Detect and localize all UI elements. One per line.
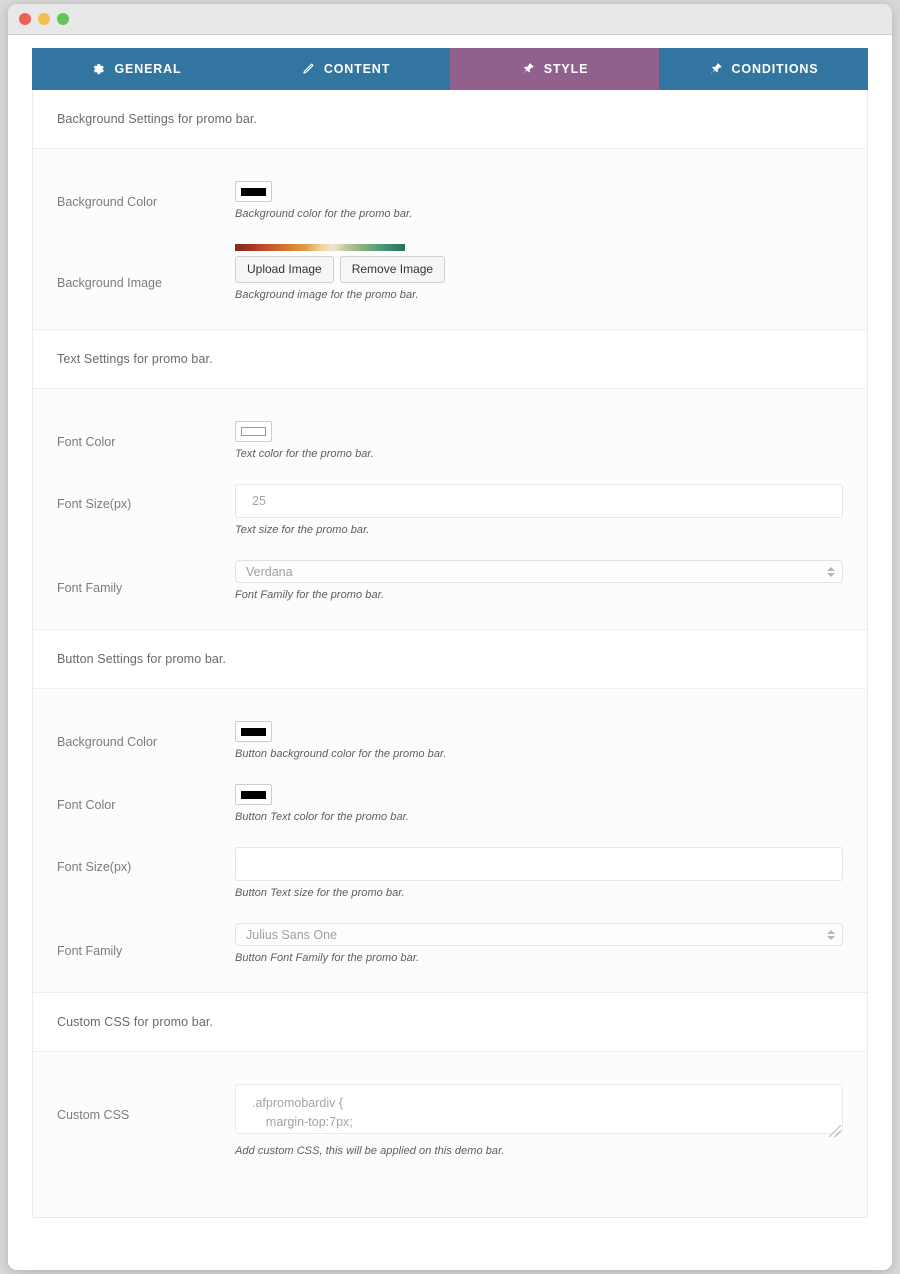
tab-general-label: GENERAL	[114, 62, 182, 76]
background-section-body: Background Color Background color for th…	[33, 149, 867, 330]
field-help: Background color for the promo bar.	[235, 208, 413, 220]
field-text-font-family: Font Family Verdana Font Family for the …	[33, 548, 867, 613]
browser-window: GENERAL CONTENT STYLE CONDITIONS Backgro…	[8, 4, 892, 1270]
text-font-color-swatch-button[interactable]	[235, 421, 272, 442]
field-help: Text size for the promo bar.	[235, 524, 370, 536]
pencil-icon	[301, 62, 315, 76]
field-help: Button Text color for the promo bar.	[235, 811, 410, 823]
field-custom-css: Custom CSS Add custom CSS, this will be …	[33, 1072, 867, 1169]
field-control: Text color for the promo bar.	[235, 421, 867, 460]
resize-grip-icon[interactable]	[829, 1125, 841, 1137]
field-help: Background image for the promo bar.	[235, 289, 419, 301]
field-control: Background color for the promo bar.	[235, 181, 867, 220]
selected-value: Julius Sans One	[246, 927, 338, 942]
field-control: Add custom CSS, this will be applied on …	[235, 1084, 867, 1157]
pin-icon	[709, 62, 723, 76]
field-label: Font Family	[57, 944, 123, 958]
tab-content-label: CONTENT	[323, 62, 391, 76]
field-control: Julius Sans One Button Font Family for t…	[235, 923, 867, 964]
image-button-row: Upload Image Remove Image	[235, 256, 843, 283]
upload-image-button[interactable]: Upload Image	[235, 256, 334, 283]
tab-conditions-label: CONDITIONS	[731, 62, 819, 76]
field-button-font-size: Font Size(px) Button Text size for the p…	[33, 835, 867, 911]
textarea-wrapper	[235, 1084, 843, 1139]
close-window-button[interactable]	[19, 13, 31, 25]
select-wrapper: Verdana	[235, 560, 843, 583]
color-chip	[241, 427, 266, 436]
field-label: Font Family	[57, 581, 123, 595]
field-control: Text size for the promo bar.	[235, 484, 867, 536]
color-chip	[241, 790, 266, 799]
field-control: Button background color for the promo ba…	[235, 721, 867, 760]
custom-css-textarea[interactable]	[235, 1084, 843, 1134]
selected-value: Verdana	[246, 564, 293, 579]
field-label: Font Size(px)	[57, 497, 132, 511]
text-section-heading: Text Settings for promo bar.	[33, 330, 867, 389]
field-label: Font Color	[57, 435, 116, 449]
tab-general[interactable]: GENERAL	[32, 48, 241, 90]
zoom-window-button[interactable]	[57, 13, 69, 25]
page-viewport: GENERAL CONTENT STYLE CONDITIONS Backgro…	[8, 35, 892, 1270]
field-help: Text color for the promo bar.	[235, 448, 374, 460]
field-button-background-color: Background Color Button background color…	[33, 709, 867, 772]
color-chip	[241, 187, 266, 196]
text-font-family-select[interactable]: Verdana	[235, 560, 843, 583]
button-section-body: Background Color Button background color…	[33, 689, 867, 993]
field-label: Background Color	[57, 195, 158, 209]
text-section-body: Font Color Text color for the promo bar.…	[33, 389, 867, 630]
background-section-heading: Background Settings for promo bar.	[33, 90, 867, 149]
field-help: Add custom CSS, this will be applied on …	[235, 1145, 505, 1157]
tab-style-label: STYLE	[543, 62, 589, 76]
window-titlebar	[8, 4, 892, 35]
tab-style[interactable]: STYLE	[450, 48, 659, 90]
field-help: Font Family for the promo bar.	[235, 589, 385, 601]
field-text-font-color: Font Color Text color for the promo bar.	[33, 409, 867, 472]
custom-css-section-body: Custom CSS Add custom CSS, this will be …	[33, 1052, 867, 1217]
button-font-family-select[interactable]: Julius Sans One	[235, 923, 843, 946]
field-label: Custom CSS	[57, 1108, 130, 1122]
field-control: Button Text color for the promo bar.	[235, 784, 867, 823]
field-help: Button Text size for the promo bar.	[235, 887, 405, 899]
text-font-size-input[interactable]	[235, 484, 843, 518]
background-image-preview	[235, 244, 405, 251]
pin-icon	[521, 62, 535, 76]
traffic-lights	[19, 13, 69, 25]
gear-icon	[91, 62, 105, 76]
style-settings-panel: Background Settings for promo bar. Backg…	[32, 90, 868, 1218]
color-chip	[241, 727, 266, 736]
button-section-heading: Button Settings for promo bar.	[33, 630, 867, 689]
field-label: Background Image	[57, 276, 162, 290]
field-label: Font Size(px)	[57, 860, 132, 874]
button-font-color-swatch-button[interactable]	[235, 784, 272, 805]
field-control: Verdana Font Family for the promo bar.	[235, 560, 867, 601]
select-wrapper: Julius Sans One	[235, 923, 843, 946]
minimize-window-button[interactable]	[38, 13, 50, 25]
button-font-size-input[interactable]	[235, 847, 843, 881]
field-control: Upload Image Remove Image Background ima…	[235, 244, 867, 301]
field-background-color: Background Color Background color for th…	[33, 169, 867, 232]
field-button-font-family: Font Family Julius Sans One Button Font …	[33, 911, 867, 976]
field-label: Background Color	[57, 735, 158, 749]
background-color-swatch-button[interactable]	[235, 181, 272, 202]
field-help: Button Font Family for the promo bar.	[235, 952, 420, 964]
tab-conditions[interactable]: CONDITIONS	[659, 48, 868, 90]
field-text-font-size: Font Size(px) Text size for the promo ba…	[33, 472, 867, 548]
field-background-image: Background Image Upload Image Remove Ima…	[33, 232, 867, 313]
button-background-color-swatch-button[interactable]	[235, 721, 272, 742]
field-help: Button background color for the promo ba…	[235, 748, 447, 760]
custom-css-section-heading: Custom CSS for promo bar.	[33, 993, 867, 1052]
field-label: Font Color	[57, 798, 116, 812]
settings-tab-bar: GENERAL CONTENT STYLE CONDITIONS	[32, 48, 868, 90]
field-control: Button Text size for the promo bar.	[235, 847, 867, 899]
field-button-font-color: Font Color Button Text color for the pro…	[33, 772, 867, 835]
remove-image-button[interactable]: Remove Image	[339, 256, 446, 283]
tab-content[interactable]: CONTENT	[241, 48, 450, 90]
